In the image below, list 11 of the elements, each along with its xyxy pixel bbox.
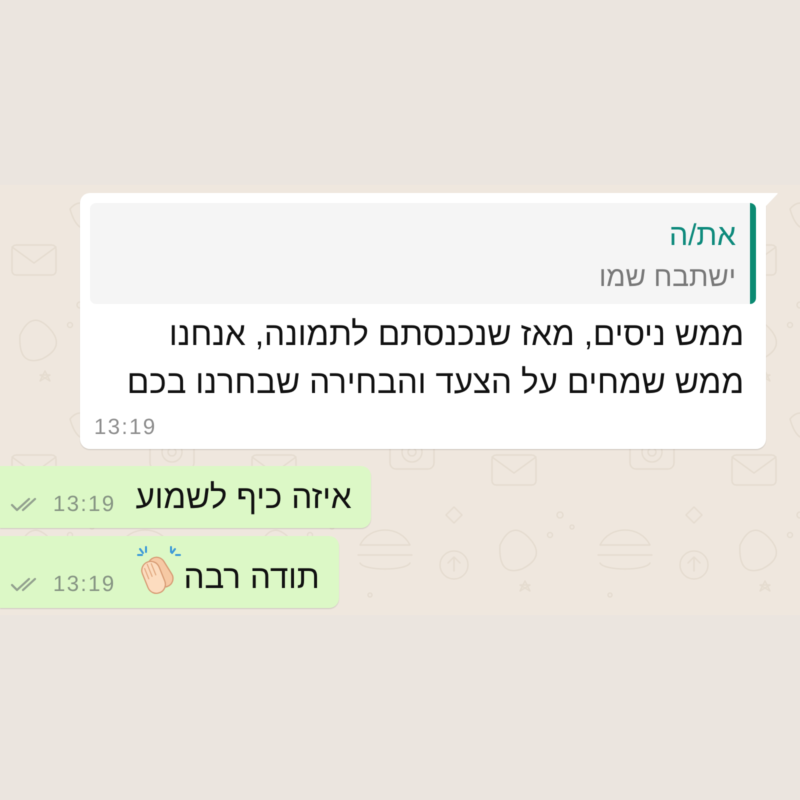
quoted-author: את/ה: [669, 219, 736, 253]
message-time: 13:19: [53, 571, 116, 597]
quoted-message[interactable]: את/ה ישתבח שמו: [90, 203, 756, 304]
clapping-hands-icon: [136, 546, 182, 596]
bubble-tail: [765, 193, 778, 207]
message-time: 13:19: [53, 491, 116, 517]
message-text: תודה רבה: [184, 557, 320, 597]
message-text: ממש ניסים, מאז שנכנסתם לתמונה, אנחנו ממש שמחים על הצעד והבחירה שבחרנו בכם: [126, 314, 745, 402]
message-text: איזה כיף לשמוע: [136, 477, 352, 517]
quoted-text: ישתבח שמו: [599, 261, 736, 293]
message-time: 13:19: [94, 414, 157, 440]
